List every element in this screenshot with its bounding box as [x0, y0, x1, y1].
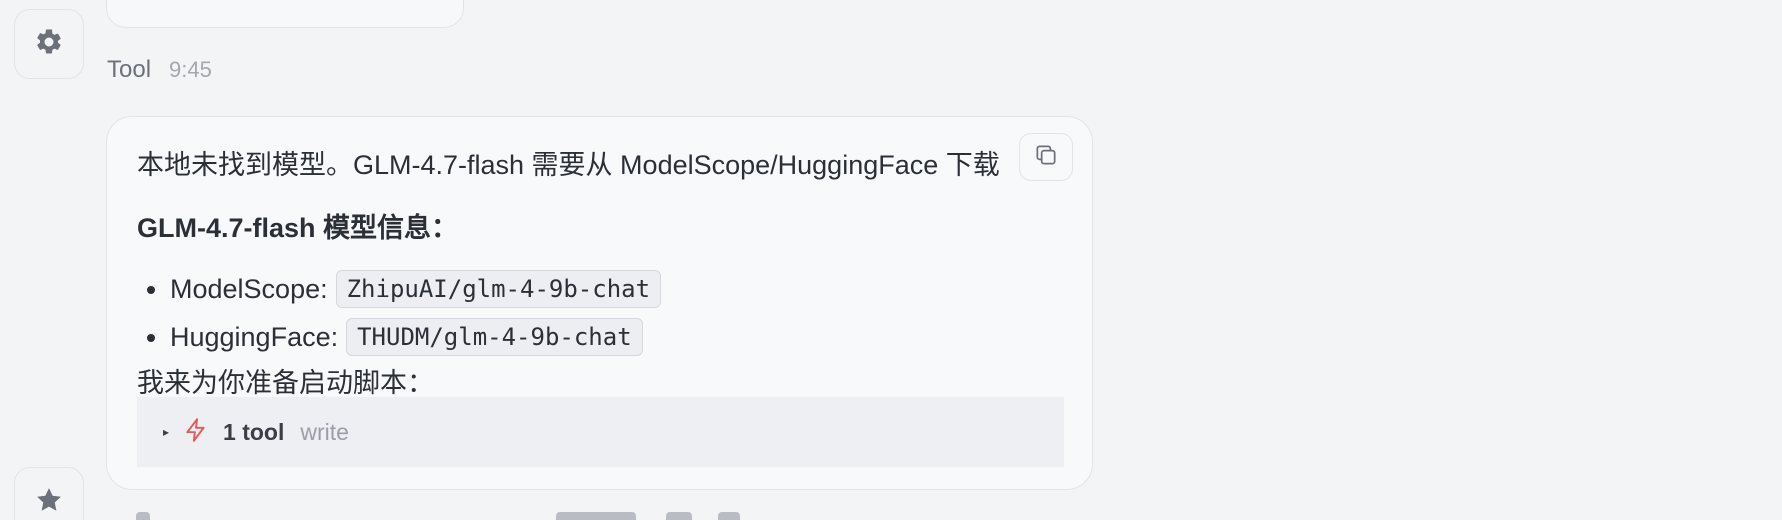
gear-icon — [34, 27, 64, 62]
action-icon[interactable] — [136, 512, 150, 520]
message-action-bar — [106, 508, 806, 520]
previous-message-card — [106, 0, 464, 28]
tool-call-summary[interactable]: ▸ 1 tool write — [137, 397, 1064, 467]
message-meta: Tool 9:45 — [107, 56, 212, 84]
tool-count: 1 tool — [223, 418, 285, 445]
list-item: HuggingFace: THUDM/glm-4-9b-chat — [137, 313, 661, 361]
model-id-code: ZhipuAI/glm-4-9b-chat — [335, 270, 662, 308]
message-card: 本地未找到模型。GLM-4.7-flash 需要从 ModelScope/Hug… — [106, 116, 1093, 490]
message-intro-text: 本地未找到模型。GLM-4.7-flash 需要从 ModelScope/Hug… — [137, 150, 1000, 180]
copy-icon — [1033, 142, 1059, 173]
assistant-avatar — [14, 467, 84, 520]
message-followup-text: 我来为你准备启动脚本： — [137, 368, 434, 398]
model-info-heading: GLM-4.7-flash 模型信息： — [137, 213, 459, 243]
trash-icon[interactable] — [718, 512, 740, 520]
speaker-icon[interactable] — [666, 512, 692, 520]
tool-avatar — [14, 9, 84, 79]
source-label: HuggingFace: — [170, 321, 339, 352]
message-time: 9:45 — [169, 57, 212, 82]
list-item: ModelScope: ZhipuAI/glm-4-9b-chat — [137, 265, 662, 313]
expand-caret-icon[interactable]: ▸ — [163, 425, 169, 439]
action-icon[interactable] — [556, 512, 636, 520]
chat-view: Tool 9:45 本地未找到模型。GLM-4.7-flash 需要从 Mode… — [0, 0, 1782, 520]
sender-name: Tool — [107, 56, 152, 83]
source-label: ModelScope: — [170, 273, 328, 304]
tool-name: write — [300, 418, 349, 445]
model-source-list: ModelScope: ZhipuAI/glm-4-9b-chat Huggin… — [137, 265, 662, 361]
lightning-icon — [183, 416, 209, 449]
copy-button[interactable] — [1019, 133, 1073, 181]
model-id-code: THUDM/glm-4-9b-chat — [346, 318, 643, 356]
star-icon — [34, 485, 64, 520]
